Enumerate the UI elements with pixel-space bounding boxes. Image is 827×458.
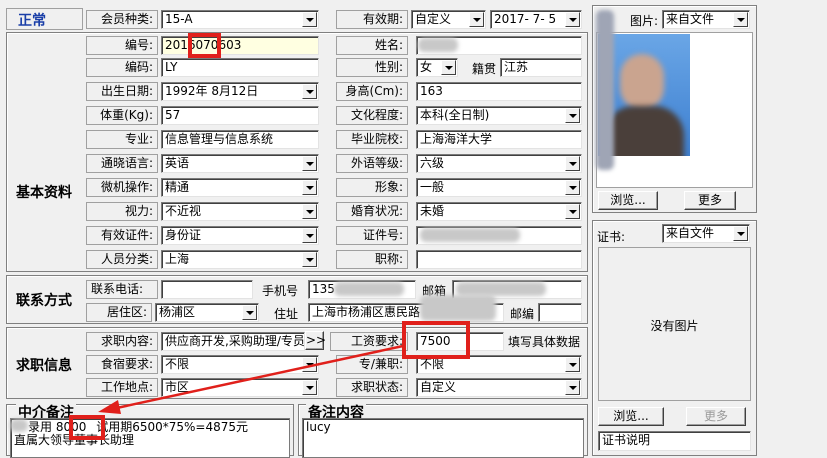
annotation-arrow — [98, 344, 404, 414]
